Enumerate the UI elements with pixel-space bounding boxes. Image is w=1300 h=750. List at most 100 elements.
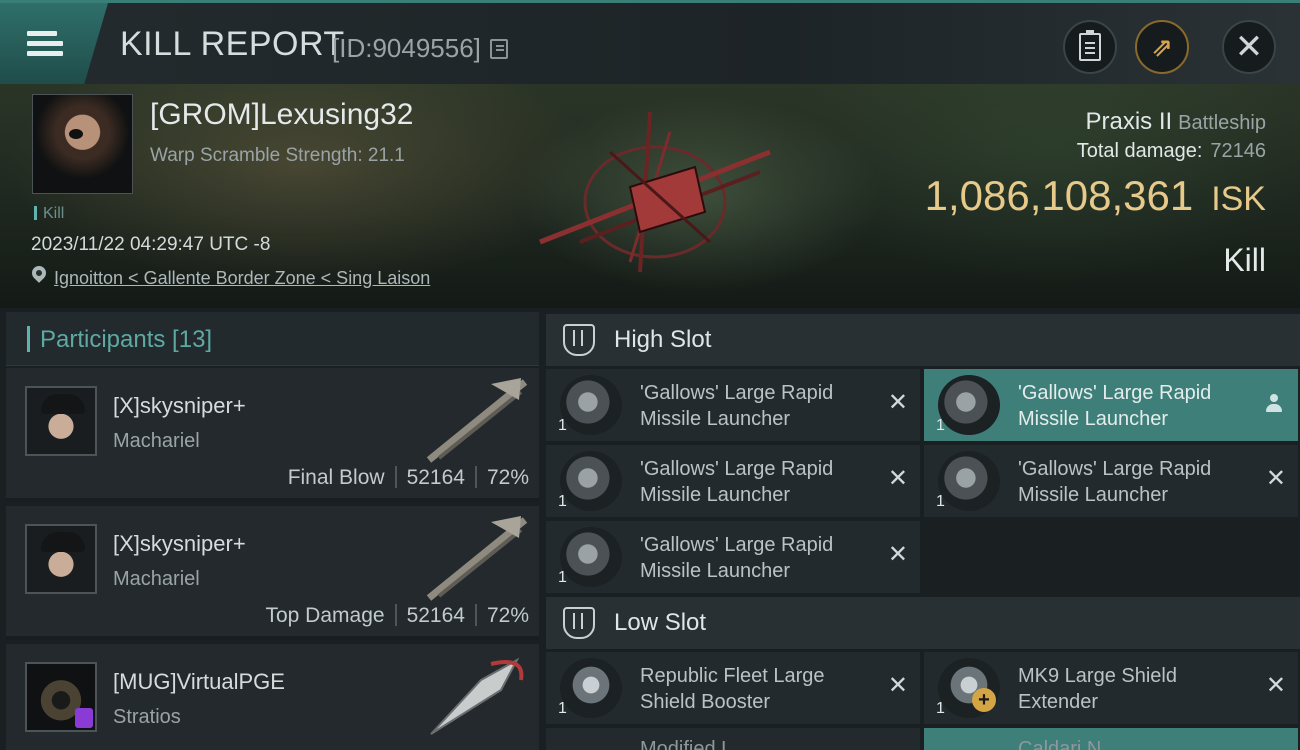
participant-ship: Machariel (113, 568, 200, 590)
kill-result: Kill (1223, 242, 1266, 278)
module-name: 'Gallows' Large Rapid Missile Launcher (640, 458, 834, 506)
module-quantity: 1 (936, 417, 945, 434)
copy-icon[interactable] (490, 39, 508, 59)
avatar[interactable] (25, 662, 97, 732)
participant-row[interactable]: [X]skysniper+ Machariel Top Damage 52164 7… (6, 506, 539, 640)
isk-value: 1,086,108,361 (924, 172, 1194, 219)
participant-role: Top Damage (265, 604, 385, 627)
destroyed-icon: ✕ (887, 672, 908, 699)
avatar[interactable] (25, 386, 97, 456)
destroyed-icon: ✕ (887, 465, 908, 492)
participant-name: [X]skysniper+ (113, 531, 246, 556)
missile-launcher-icon (560, 375, 622, 435)
participant-ship: Stratios (113, 706, 181, 728)
module-item[interactable]: 1 'Gallows' Large Rapid Missile Launcher… (546, 521, 920, 593)
kill-tag: Kill (34, 205, 64, 223)
participant-ship: Machariel (113, 430, 200, 452)
share-button[interactable]: ⇗ (1135, 20, 1189, 74)
victim-ship-name[interactable]: Praxis II (1085, 108, 1172, 135)
participant-stats: Top Damage 52164 72% (265, 604, 529, 628)
victim-ship-image (539, 111, 771, 273)
module-quantity: 1 (558, 493, 567, 510)
module-quantity: 1 (936, 700, 945, 717)
close-button[interactable]: ✕ (1222, 20, 1276, 74)
plus-icon: + (972, 688, 996, 712)
destroyed-icon: ✕ (1265, 465, 1286, 492)
victim-panel: [GROM]Lexusing32 Warp Scramble Strength:… (0, 84, 1300, 308)
module-quantity: 1 (936, 493, 945, 510)
participant-percent: 72% (486, 466, 529, 489)
menu-button[interactable] (0, 3, 108, 84)
participant-damage: 52164 (406, 466, 465, 489)
participant-role: Final Blow (287, 466, 385, 489)
kill-datetime: 2023/11/22 04:29:47 UTC -8 (31, 234, 271, 255)
missile-launcher-icon (938, 451, 1000, 511)
module-name: MK9 Large Shield Extender (1018, 665, 1177, 713)
victim-ship: Praxis II Battleship (1085, 108, 1266, 136)
module-quantity: 1 (558, 417, 567, 434)
participant-row[interactable]: [X]skysniper+ Machariel Final Blow 52164 7… (6, 368, 539, 502)
location-link[interactable]: Ignoitton < Gallente Border Zone < Sing … (54, 268, 430, 289)
module-item[interactable]: 1 'Gallows' Large Rapid Missile Launcher… (924, 445, 1298, 517)
avatar[interactable] (25, 524, 97, 594)
participant-damage: 52164 (406, 604, 465, 627)
shield-booster-icon (560, 658, 622, 718)
module-quantity: 1 (558, 700, 567, 717)
missile-launcher-icon (560, 451, 622, 511)
module-item[interactable]: 1 'Gallows' Large Rapid Missile Launcher… (546, 445, 920, 517)
module-item-partial[interactable]: Caldari N... (924, 728, 1298, 750)
clipboard-button[interactable] (1063, 20, 1117, 74)
module-name: 'Gallows' Large Rapid Missile Launcher (1018, 458, 1212, 506)
destroyed-icon: ✕ (887, 389, 908, 416)
participant-stats: Final Blow 52164 72% (288, 466, 529, 490)
participant-row[interactable]: [MUG]VirtualPGE Stratios (6, 644, 539, 750)
participant-ship-image (426, 378, 528, 463)
victim-ship-class: Battleship (1178, 112, 1266, 134)
destroyed-icon: ✕ (1265, 672, 1286, 699)
close-icon: ✕ (1234, 28, 1264, 66)
participants-label: Participants [13] (40, 326, 213, 353)
person-icon (1266, 394, 1282, 414)
victim-name[interactable]: [GROM]Lexusing32 (150, 98, 413, 132)
location-pin-icon (29, 263, 49, 283)
victim-portrait[interactable] (32, 94, 133, 194)
low-slot-header: Low Slot (546, 597, 1300, 649)
title-bar: KILL REPORT [ID:9049556] ⇗ ✕ (0, 0, 1300, 84)
isk-unit: ISK (1211, 180, 1266, 218)
module-item-partial[interactable]: Modified L... (546, 728, 920, 750)
module-name: 'Gallows' Large Rapid Missile Launcher (1018, 382, 1212, 430)
clipboard-icon (1079, 30, 1101, 61)
missile-launcher-icon (560, 527, 622, 587)
high-slot-header: High Slot (546, 314, 1300, 366)
total-damage-label: Total damage: (1076, 140, 1203, 162)
module-name: Modified L... (640, 738, 749, 750)
total-damage-value: 72146 (1210, 140, 1266, 162)
module-item[interactable]: 1 'Gallows' Large Rapid Missile Launcher… (546, 369, 920, 441)
page-title: KILL REPORT (120, 25, 345, 63)
participant-name: [X]skysniper+ (113, 393, 246, 418)
destroyed-icon: ✕ (887, 541, 908, 568)
participants-header[interactable]: Participants [13] (6, 312, 539, 366)
module-item[interactable]: 1 'Gallows' Large Rapid Missile Launcher (924, 369, 1298, 441)
module-item[interactable]: 1 Republic Fleet Large Shield Booster ✕ (546, 652, 920, 724)
isk-value-line: 1,086,108,361 ISK (925, 172, 1266, 220)
high-slot-label: High Slot (614, 326, 712, 353)
module-item[interactable]: + 1 MK9 Large Shield Extender ✕ (924, 652, 1298, 724)
menu-icon (27, 26, 63, 61)
participant-ship-image (430, 657, 524, 735)
participant-ship-image (426, 516, 528, 601)
module-quantity: 1 (558, 569, 567, 586)
total-damage: Total damage: 72146 (1077, 140, 1266, 163)
module-name: Caldari N... (1018, 738, 1119, 750)
low-slot-label: Low Slot (614, 609, 707, 636)
participant-name: [MUG]VirtualPGE (113, 669, 285, 694)
badge-icon (75, 708, 93, 728)
low-slot-icon (563, 607, 595, 639)
share-icon: ⇗ (1151, 31, 1173, 62)
module-name: Republic Fleet Large Shield Booster (640, 665, 825, 713)
high-slot-icon (563, 324, 595, 356)
warp-scramble-strength: Warp Scramble Strength: 21.1 (150, 145, 405, 166)
participant-percent: 72% (486, 604, 529, 627)
missile-launcher-icon (938, 375, 1000, 435)
module-name: 'Gallows' Large Rapid Missile Launcher (640, 534, 834, 582)
